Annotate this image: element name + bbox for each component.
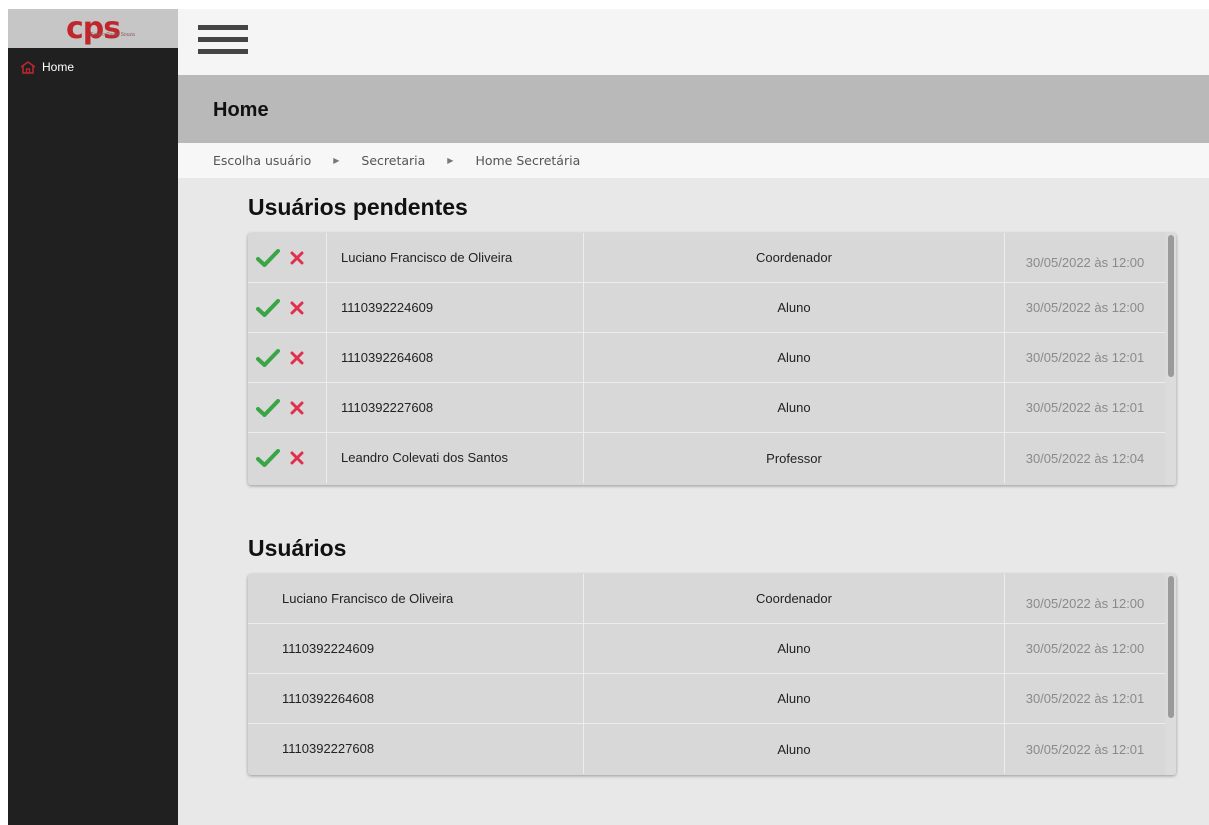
- pending-scrollbar-thumb[interactable]: [1168, 235, 1174, 377]
- logo-subtitle: Centro Paula Souza: [90, 32, 135, 38]
- table-row: 1110392227608 Aluno 30/05/2022 às 12:01: [248, 383, 1176, 433]
- reject-x-icon[interactable]: [290, 401, 304, 415]
- reject-x-icon[interactable]: [290, 451, 304, 465]
- row-actions: [248, 283, 327, 332]
- table-row[interactable]: 1110392224609 Aluno 30/05/2022 às 12:00: [248, 624, 1176, 674]
- approve-check-icon[interactable]: [256, 298, 280, 317]
- logo-text: cps: [65, 10, 121, 46]
- user-name: 1110392224609: [327, 283, 584, 332]
- approve-check-icon[interactable]: [256, 348, 280, 367]
- breadcrumb-item-home-secretaria: Home Secretária: [475, 153, 581, 168]
- user-role: Professor: [584, 433, 1005, 483]
- request-date: 30/05/2022 às 12:01: [1025, 350, 1145, 365]
- logo: cps Centro Paula Souza: [8, 9, 178, 48]
- user-role: Aluno: [584, 333, 1005, 382]
- row-actions: [248, 433, 327, 483]
- user-date: 30/05/2022 às 12:00: [1025, 641, 1145, 656]
- table-row: 1110392264608 Aluno 30/05/2022 às 12:01: [248, 333, 1176, 383]
- pending-users-table: Luciano Francisco de Oliveira Coordenador…: [248, 233, 1176, 485]
- page-title: Home: [213, 99, 269, 121]
- users-scrollbar-thumb[interactable]: [1168, 576, 1174, 718]
- approve-check-icon[interactable]: [256, 248, 280, 267]
- pending-users-title: Usuários pendentes: [248, 194, 468, 220]
- user-date: 30/05/2022 às 12:01: [1025, 741, 1145, 757]
- user-date: 30/05/2022 às 12:01: [1025, 691, 1145, 706]
- user-role: Coordenador: [584, 233, 1005, 282]
- user-role: Aluno: [584, 624, 1005, 673]
- home-icon: [20, 60, 36, 74]
- user-name: 1110392227608: [327, 383, 584, 432]
- user-name: 1110392264608: [327, 333, 584, 382]
- users-title: Usuários: [248, 535, 347, 561]
- reject-x-icon[interactable]: [290, 351, 304, 365]
- user-role: Aluno: [584, 283, 1005, 332]
- table-row: Luciano Francisco de Oliveira Coordenador…: [248, 233, 1176, 283]
- user-name: Luciano Francisco de Oliveira: [327, 233, 584, 282]
- sidebar-item-label: Home: [42, 60, 75, 74]
- request-date: 30/05/2022 às 12:00: [1025, 300, 1145, 315]
- approve-check-icon[interactable]: [256, 449, 280, 467]
- table-row: 1110392224609 Aluno 30/05/2022 às 12:00: [248, 283, 1176, 333]
- request-date: 30/05/2022 às 12:01: [1025, 400, 1145, 415]
- page-header: Home: [178, 75, 1209, 143]
- reject-x-icon[interactable]: [290, 301, 304, 315]
- main-content: Usuários pendentes Luciano Francisco de …: [178, 178, 1209, 825]
- approve-check-icon[interactable]: [256, 398, 280, 417]
- table-row: Leandro Colevati dos Santos Professor 30/0…: [248, 433, 1176, 483]
- reject-x-icon[interactable]: [290, 251, 304, 265]
- row-actions: [248, 233, 327, 282]
- table-row[interactable]: 1110392264608 Aluno 30/05/2022 às 12:01: [248, 674, 1176, 724]
- user-role: Aluno: [584, 674, 1005, 723]
- breadcrumb-separator-icon: ▶: [333, 156, 340, 165]
- request-date: 30/05/2022 às 12:00: [1025, 255, 1145, 270]
- user-name: 1110392264608: [248, 674, 584, 723]
- user-name: Leandro Colevati dos Santos: [327, 433, 584, 483]
- user-date: 30/05/2022 às 12:00: [1025, 596, 1145, 611]
- user-role: Aluno: [584, 724, 1005, 774]
- sidebar-item-home[interactable]: Home: [8, 56, 178, 78]
- row-actions: [248, 383, 327, 432]
- user-role: Coordenador: [584, 574, 1005, 623]
- breadcrumb-separator-icon: ▶: [447, 156, 454, 165]
- user-role: Aluno: [584, 383, 1005, 432]
- table-row[interactable]: Luciano Francisco de Oliveira Coordenador…: [248, 574, 1176, 624]
- breadcrumb-item-secretaria[interactable]: Secretaria: [361, 153, 425, 168]
- users-scrollbar[interactable]: [1165, 574, 1176, 775]
- hamburger-menu-icon[interactable]: [198, 25, 248, 61]
- breadcrumb-item-escolha-usuario[interactable]: Escolha usuário: [213, 153, 311, 168]
- user-name: Luciano Francisco de Oliveira: [248, 574, 584, 623]
- sidebar: cps Centro Paula Souza Home: [8, 9, 178, 825]
- row-actions: [248, 333, 327, 382]
- user-name: 1110392227608: [248, 724, 584, 774]
- top-bar: [178, 9, 1209, 75]
- pending-scrollbar[interactable]: [1165, 233, 1176, 485]
- breadcrumb: Escolha usuário ▶ Secretaria ▶ Home Secr…: [178, 143, 1209, 178]
- table-row[interactable]: 1110392227608 Aluno 30/05/2022 às 12:01: [248, 724, 1176, 774]
- users-table: Luciano Francisco de Oliveira Coordenador…: [248, 574, 1176, 775]
- user-name: 1110392224609: [248, 624, 584, 673]
- request-date: 30/05/2022 às 12:04: [1025, 450, 1145, 466]
